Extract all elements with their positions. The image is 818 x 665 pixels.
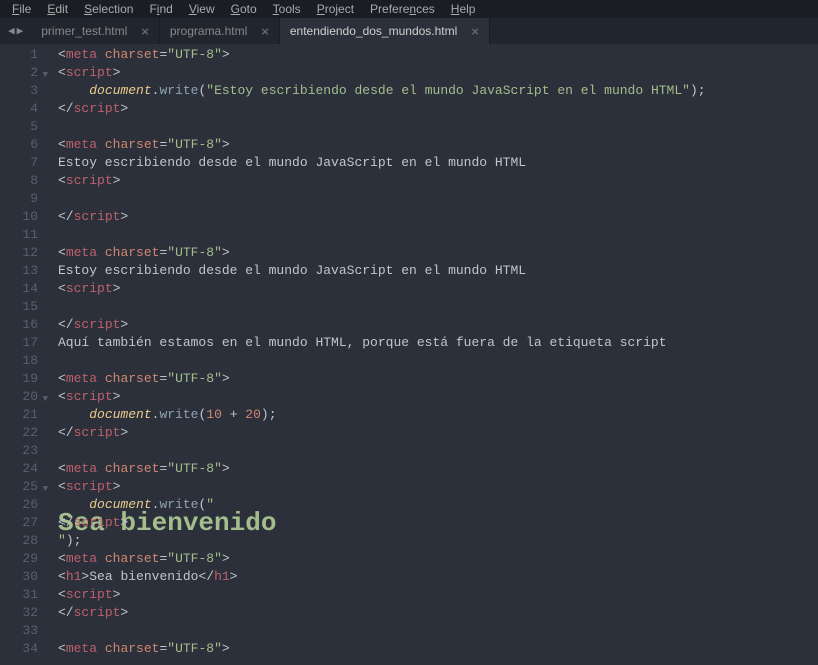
line-number: 6 — [0, 136, 38, 154]
code-line[interactable]: <meta charset="UTF-8"> — [58, 136, 818, 154]
code-line[interactable]: document.write("Sea bienvenido"); — [58, 496, 818, 514]
tab-label: primer_test.html — [41, 24, 127, 38]
code-line[interactable]: </script> — [58, 424, 818, 442]
line-number: 8 — [0, 172, 38, 190]
nav-forward-icon[interactable]: ▶ — [17, 24, 24, 38]
tab-label: entendiendo_dos_mundos.html — [290, 24, 457, 38]
editor: 12▼34567891011121314151617181920▼2122232… — [0, 44, 818, 665]
code-line[interactable]: </script> — [58, 208, 818, 226]
line-number: 28 — [0, 532, 38, 550]
code-line[interactable] — [58, 442, 818, 460]
line-number: 32 — [0, 604, 38, 622]
code-line[interactable]: <meta charset="UTF-8"> — [58, 460, 818, 478]
code-line[interactable]: </script> — [58, 100, 818, 118]
code-line[interactable]: <script> — [58, 478, 818, 496]
menu-find[interactable]: Find — [141, 1, 180, 17]
line-number: 13 — [0, 262, 38, 280]
line-number: 22 — [0, 424, 38, 442]
fold-icon[interactable]: ▼ — [43, 480, 48, 498]
code-line[interactable] — [58, 298, 818, 316]
close-icon[interactable]: × — [141, 24, 149, 39]
code-line[interactable]: <meta charset="UTF-8"> — [58, 370, 818, 388]
code-line[interactable]: <h1>Sea bienvenido</h1> — [58, 568, 818, 586]
line-number: 21 — [0, 406, 38, 424]
menu-file[interactable]: File — [4, 1, 39, 17]
code-line[interactable]: <meta charset="UTF-8"> — [58, 550, 818, 568]
code-line[interactable]: <meta charset="UTF-8"> — [58, 640, 818, 658]
code-line[interactable]: <script> — [58, 586, 818, 604]
line-number: 34 — [0, 640, 38, 658]
line-number: 7 — [0, 154, 38, 172]
line-number: 12 — [0, 244, 38, 262]
menu-edit[interactable]: Edit — [39, 1, 76, 17]
tab-entendiendo_dos_mundos-html[interactable]: entendiendo_dos_mundos.html × — [280, 18, 490, 44]
code-line[interactable]: </script> — [58, 604, 818, 622]
code-line[interactable] — [58, 190, 818, 208]
line-number: 16 — [0, 316, 38, 334]
line-number: 5 — [0, 118, 38, 136]
line-number: 2▼ — [0, 64, 38, 82]
line-number: 1 — [0, 46, 38, 64]
code-line[interactable]: <script> — [58, 172, 818, 190]
code-line[interactable]: <meta charset="UTF-8"> — [58, 244, 818, 262]
line-number: 27 — [0, 514, 38, 532]
code-area[interactable]: <meta charset="UTF-8"><script> document.… — [44, 44, 818, 665]
code-line[interactable]: Aquí también estamos en el mundo HTML, p… — [58, 334, 818, 352]
fold-icon[interactable]: ▼ — [43, 66, 48, 84]
close-icon[interactable]: × — [261, 24, 269, 39]
tab-primer_test-html[interactable]: primer_test.html × — [31, 18, 160, 44]
code-line[interactable]: document.write("Estoy escribiendo desde … — [58, 82, 818, 100]
menu-tools[interactable]: Tools — [265, 1, 309, 17]
line-number: 29 — [0, 550, 38, 568]
line-number: 31 — [0, 586, 38, 604]
line-number: 19 — [0, 370, 38, 388]
fold-icon[interactable]: ▼ — [43, 390, 48, 408]
line-number: 23 — [0, 442, 38, 460]
line-number: 25▼ — [0, 478, 38, 496]
line-number: 3 — [0, 82, 38, 100]
gutter: 12▼34567891011121314151617181920▼2122232… — [0, 44, 44, 665]
code-line[interactable]: </script> — [58, 316, 818, 334]
line-number: 30 — [0, 568, 38, 586]
code-line[interactable]: Estoy escribiendo desde el mundo JavaScr… — [58, 154, 818, 172]
menu-view[interactable]: View — [181, 1, 223, 17]
tab-programa-html[interactable]: programa.html × — [160, 18, 280, 44]
code-line[interactable] — [58, 622, 818, 640]
line-number: 18 — [0, 352, 38, 370]
line-number: 9 — [0, 190, 38, 208]
menu-help[interactable]: Help — [443, 1, 484, 17]
code-line[interactable] — [58, 352, 818, 370]
menu-selection[interactable]: Selection — [76, 1, 141, 17]
nav-back-icon[interactable]: ◀ — [8, 24, 15, 38]
code-line[interactable]: Estoy escribiendo desde el mundo JavaScr… — [58, 262, 818, 280]
code-line[interactable]: <script> — [58, 280, 818, 298]
line-number: 4 — [0, 100, 38, 118]
code-line[interactable]: <script> — [58, 388, 818, 406]
line-number: 10 — [0, 208, 38, 226]
menu-bar: File Edit Selection Find View Goto Tools… — [0, 0, 818, 18]
code-line[interactable]: document.write(10 + 20); — [58, 406, 818, 424]
line-number: 24 — [0, 460, 38, 478]
line-number: 33 — [0, 622, 38, 640]
close-icon[interactable]: × — [471, 24, 479, 39]
line-number: 14 — [0, 280, 38, 298]
menu-goto[interactable]: Goto — [223, 1, 265, 17]
line-number: 11 — [0, 226, 38, 244]
code-line[interactable] — [58, 118, 818, 136]
code-line[interactable]: <meta charset="UTF-8"> — [58, 46, 818, 64]
tab-label: programa.html — [170, 24, 247, 38]
menu-preferences[interactable]: Preferences — [362, 1, 443, 17]
code-line[interactable]: <script> — [58, 64, 818, 82]
tab-bar: ◀ ▶ primer_test.html×programa.html×enten… — [0, 18, 818, 44]
line-number: 26 — [0, 496, 38, 514]
line-number: 20▼ — [0, 388, 38, 406]
code-line[interactable] — [58, 226, 818, 244]
tabs: primer_test.html×programa.html×entendien… — [31, 18, 490, 44]
line-number: 17 — [0, 334, 38, 352]
menu-project[interactable]: Project — [309, 1, 362, 17]
line-number: 15 — [0, 298, 38, 316]
